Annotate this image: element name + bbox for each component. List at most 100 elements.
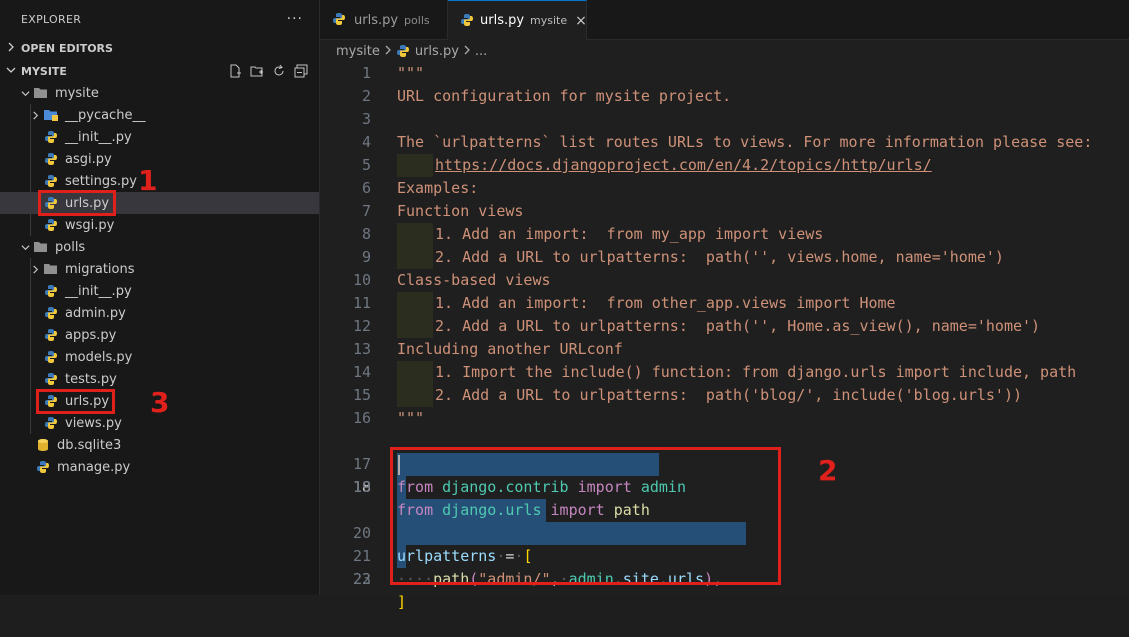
more-actions-icon[interactable]: ···	[287, 11, 303, 27]
new-folder-icon[interactable]	[249, 63, 265, 79]
tree-item-admin[interactable]: admin.py	[0, 302, 319, 324]
folder-icon	[43, 261, 59, 277]
code-line: 5 https://docs.djangoproject.com/en/4.2/t…	[320, 154, 1129, 177]
explorer-title: EXPLORER	[21, 12, 82, 26]
close-icon[interactable]: ×	[575, 13, 587, 29]
chevron-right-icon	[1, 42, 21, 55]
refresh-icon[interactable]	[271, 63, 287, 79]
explorer-header: EXPLORER ···	[0, 0, 319, 38]
code-text: URL configuration for mysite project.	[397, 87, 732, 105]
tree-item-label: __pycache__	[65, 107, 146, 123]
code-text: Including another URLconf	[397, 340, 623, 358]
code-text: 1. Add an import: from my_app import vie…	[435, 225, 824, 243]
folder-pycache-icon	[43, 107, 59, 123]
line-number: 4	[361, 133, 371, 151]
tree-item-pycache[interactable]: __pycache__	[0, 104, 319, 126]
new-file-icon[interactable]	[227, 63, 243, 79]
code-text: The `urlpatterns` list routes URLs to vi…	[397, 133, 1093, 151]
code-line: 15 2. Add a URL to urlpatterns: path('blo…	[320, 384, 1129, 407]
folder-open-icon	[33, 85, 49, 101]
python-file-icon	[43, 283, 59, 299]
tree-item-settings[interactable]: settings.py	[0, 170, 319, 192]
folder-open-icon	[33, 239, 49, 255]
code-line: 7 Function views	[320, 200, 1129, 223]
code-line: 4 The `urlpatterns` list routes URLs to v…	[320, 131, 1129, 154]
line-number: 15	[352, 386, 371, 404]
tab-mysite-urls[interactable]: urls.py mysite ×	[448, 0, 587, 40]
docs-link[interactable]: https://docs.djangoproject.com/en/4.2/to…	[435, 154, 932, 177]
breadcrumb-symbol[interactable]: ...	[475, 44, 487, 59]
line-number: 11	[352, 294, 371, 312]
line-number: 3	[361, 110, 371, 128]
python-file-icon	[332, 12, 348, 28]
code-line: 9 2. Add a URL to urlpatterns: path('', v…	[320, 246, 1129, 269]
highlight-box-2	[390, 447, 781, 585]
code-text: Class-based views	[397, 271, 551, 289]
tree-item-polls-init[interactable]: __init__.py	[0, 280, 319, 302]
line-number: 19	[352, 478, 371, 496]
tab-polls-urls[interactable]: urls.py polls	[320, 0, 448, 40]
tree-item-apps[interactable]: apps.py	[0, 324, 319, 346]
chevron-down-icon	[17, 243, 33, 252]
tree-item-label: migrations	[65, 261, 135, 277]
code-line: 1 """	[320, 62, 1129, 85]
tree-item-label: tests.py	[65, 371, 117, 387]
python-file-icon	[460, 13, 474, 29]
tree-item-label: models.py	[65, 349, 133, 365]
code-line: 10 Class-based views	[320, 269, 1129, 292]
annotation-2: 2	[818, 454, 838, 487]
line-number: 1	[361, 64, 371, 82]
tree-item-label: mysite	[55, 85, 99, 101]
chevron-right-icon	[463, 45, 471, 58]
tree-item-wsgi[interactable]: wsgi.py	[0, 214, 319, 236]
tree-item-label: asgi.py	[65, 151, 112, 167]
tree-item-models[interactable]: models.py	[0, 346, 319, 368]
explorer-sidebar: EXPLORER ··· OPEN EDITORS MYSITE mysite	[0, 0, 320, 595]
chevron-right-icon	[27, 110, 43, 120]
tree-item-label: __init__.py	[65, 129, 132, 145]
tab-label: urls.py	[354, 12, 399, 28]
python-file-icon	[43, 173, 59, 189]
python-file-icon	[43, 327, 59, 343]
breadcrumb: mysite urls.py ...	[320, 40, 1129, 62]
python-file-icon	[43, 305, 59, 321]
tree-item-polls[interactable]: polls	[0, 236, 319, 258]
tree-item-init[interactable]: __init__.py	[0, 126, 319, 148]
code-text: Function views	[397, 202, 524, 220]
tab-description: polls	[404, 13, 430, 27]
line-number: 16	[352, 409, 371, 427]
code-text: 2. Add a URL to urlpatterns: path('', vi…	[435, 248, 1004, 266]
line-number: 5	[361, 156, 371, 174]
breadcrumb-folder[interactable]: mysite	[336, 44, 380, 59]
collapse-all-icon[interactable]	[293, 63, 309, 79]
code-line: 11 1. Add an import: from other_app.views…	[320, 292, 1129, 315]
line-number: 7	[361, 202, 371, 220]
tree-item-label: __init__.py	[65, 283, 132, 299]
mysite-section[interactable]: MYSITE	[0, 60, 319, 82]
code-line: 3	[320, 108, 1129, 131]
chevron-right-icon	[27, 264, 43, 274]
code-line: 12 2. Add a URL to urlpatterns: path('', …	[320, 315, 1129, 338]
python-file-icon	[35, 459, 51, 475]
tree-item-db[interactable]: db.sqlite3	[0, 434, 319, 456]
code-text: 2. Add a URL to urlpatterns: path('', Ho…	[435, 317, 1041, 335]
tree-item-label: manage.py	[57, 459, 131, 475]
line-number: 2	[361, 87, 371, 105]
tree-item-mysite[interactable]: mysite	[0, 82, 319, 104]
line-number: 23	[352, 570, 371, 588]
code-text: 2. Add a URL to urlpatterns: path('blog/…	[435, 386, 1022, 404]
code-line: 13 Including another URLconf	[320, 338, 1129, 361]
open-editors-section[interactable]: OPEN EDITORS	[0, 37, 319, 59]
line-number: 8	[361, 225, 371, 243]
chevron-right-icon	[384, 45, 392, 58]
tree-item-asgi[interactable]: asgi.py	[0, 148, 319, 170]
breadcrumb-file[interactable]: urls.py	[415, 44, 459, 59]
tree-item-label: wsgi.py	[65, 217, 115, 233]
python-file-icon	[396, 44, 410, 58]
code-line: 16 """	[320, 407, 1129, 430]
python-file-icon	[43, 415, 59, 431]
tree-item-migrations[interactable]: migrations	[0, 258, 319, 280]
code-line: 14 1. Import the include() function: from…	[320, 361, 1129, 384]
tree-item-manage[interactable]: manage.py	[0, 456, 319, 478]
section-actions	[227, 63, 319, 79]
